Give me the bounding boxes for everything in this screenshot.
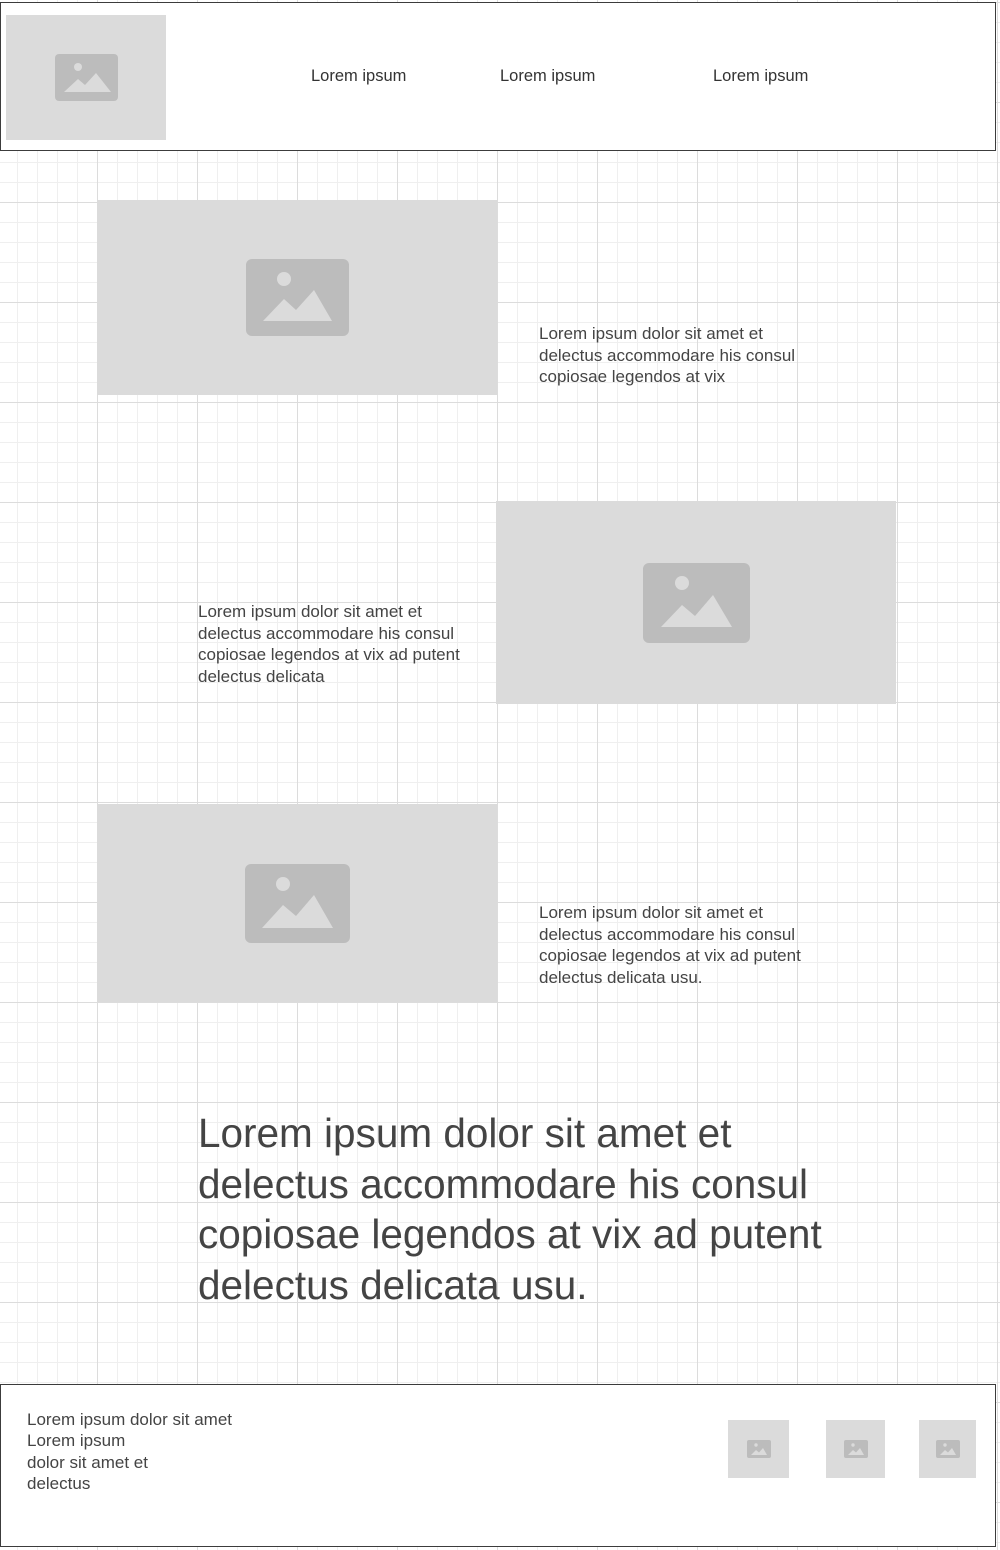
site-header: Lorem ipsum Lorem ipsum Lorem ipsum	[0, 2, 996, 151]
image-placeholder-icon	[746, 1440, 771, 1458]
feature-text-1: Lorem ipsum dolor sit amet et delectus a…	[539, 324, 796, 386]
social-link-2[interactable]	[826, 1420, 885, 1478]
nav-link-3[interactable]: Lorem ipsum	[713, 67, 808, 86]
image-placeholder-icon	[244, 863, 350, 943]
feature-image-2	[496, 501, 896, 704]
logo-image[interactable]	[6, 15, 166, 140]
footer-text-line-1: Lorem ipsum dolor sit amet	[27, 1410, 233, 1429]
feature-text-2: Lorem ipsum dolor sit amet et delectus a…	[198, 602, 460, 686]
site-footer: Lorem ipsum dolor sit amet Lorem ipsum d…	[0, 1384, 996, 1547]
footer-text-line-4: delectus	[27, 1474, 91, 1493]
social-link-1[interactable]	[728, 1420, 789, 1478]
image-placeholder-icon	[54, 54, 118, 101]
image-placeholder-icon	[642, 562, 750, 643]
footer-text-line-2: Lorem ipsum	[27, 1431, 126, 1450]
feature-image-3	[97, 804, 497, 1002]
feature-image-1	[97, 200, 497, 395]
image-placeholder-icon	[843, 1440, 868, 1458]
image-placeholder-icon	[935, 1440, 960, 1458]
footer-text-line-3: dolor sit amet et	[27, 1453, 148, 1472]
headline-text: Lorem ipsum dolor sit amet et delectus a…	[198, 1110, 822, 1308]
social-link-3[interactable]	[919, 1420, 976, 1478]
nav-link-1[interactable]: Lorem ipsum	[311, 67, 406, 86]
feature-text-3: Lorem ipsum dolor sit amet et delectus a…	[539, 903, 801, 987]
nav-link-2[interactable]: Lorem ipsum	[500, 67, 595, 86]
image-placeholder-icon	[245, 259, 349, 336]
